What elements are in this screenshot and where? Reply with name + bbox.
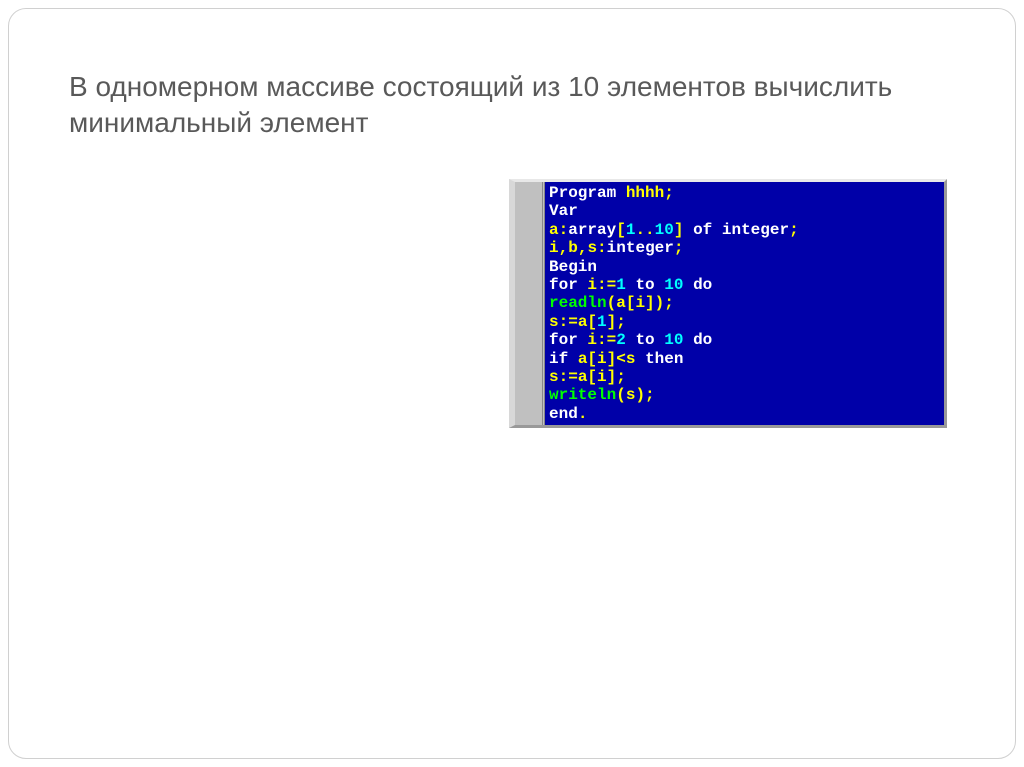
code-punct: ] [607, 350, 617, 368]
code-space [578, 331, 588, 349]
code-keyword: for [549, 331, 578, 349]
code-ident: i [597, 350, 607, 368]
code-keyword: Var [549, 202, 578, 220]
code-number: 10 [664, 276, 683, 294]
code-ident: s [549, 313, 559, 331]
code-keyword: to [635, 276, 654, 294]
slide-title: В одномерном массиве состоящий из 10 эле… [69, 69, 955, 142]
code-number: 1 [626, 221, 636, 239]
code-punct: , [559, 239, 569, 257]
code-punct: := [559, 368, 578, 386]
code-ident: a [616, 294, 626, 312]
code-keyword: if [549, 350, 568, 368]
code-punct: ] [607, 313, 617, 331]
code-punct: := [597, 331, 616, 349]
code-space [712, 221, 722, 239]
code-ident: i [549, 239, 559, 257]
code-builtin: readln [549, 294, 607, 312]
code-punct: := [559, 313, 578, 331]
code-space [626, 331, 636, 349]
code-ident: a [578, 313, 588, 331]
code-ident: s [549, 368, 559, 386]
code-ident: a [578, 350, 588, 368]
code-space [635, 350, 645, 368]
code-ident: s [587, 239, 597, 257]
code-keyword: do [693, 331, 712, 349]
code-space [568, 350, 578, 368]
code-punct: ] [607, 368, 617, 386]
code-punct: ( [607, 294, 617, 312]
code-keyword: array [568, 221, 616, 239]
code-space [683, 276, 693, 294]
code-keyword: integer [722, 221, 789, 239]
code-punct: ); [655, 294, 674, 312]
code-punct: : [597, 239, 607, 257]
code-punct: ; [789, 221, 799, 239]
code-punct: < [616, 350, 626, 368]
code-space [655, 276, 665, 294]
code-ident: i [587, 331, 597, 349]
code-punct: ] [645, 294, 655, 312]
code-punct: ; [616, 313, 626, 331]
code-editor-window: Program hhhh; Var a:array[1..10] of inte… [509, 179, 947, 428]
code-punct: ; [664, 184, 674, 202]
code-keyword: of [693, 221, 712, 239]
slide-frame: В одномерном массиве состоящий из 10 эле… [8, 8, 1016, 759]
code-body: Program hhhh; Var a:array[1..10] of inte… [545, 182, 944, 425]
code-punct: ; [616, 368, 626, 386]
code-ident: b [568, 239, 578, 257]
code-punct: ; [674, 239, 684, 257]
code-keyword: end [549, 405, 578, 423]
code-ident: i [587, 276, 597, 294]
code-keyword: for [549, 276, 578, 294]
code-ident: hhhh [616, 184, 664, 202]
code-ident: a [578, 368, 588, 386]
code-builtin: writeln [549, 386, 616, 404]
code-punct: [ [587, 313, 597, 331]
code-space [683, 331, 693, 349]
code-ident: i [597, 368, 607, 386]
code-punct: ] [674, 221, 693, 239]
code-keyword: then [645, 350, 683, 368]
code-keyword: integer [607, 239, 674, 257]
code-punct: [ [587, 368, 597, 386]
code-space [626, 276, 636, 294]
code-number: 2 [616, 331, 626, 349]
code-punct: : [559, 221, 569, 239]
code-punct: .. [635, 221, 654, 239]
code-gutter [515, 182, 545, 425]
code-punct: [ [587, 350, 597, 368]
code-keyword: to [635, 331, 654, 349]
code-keyword: Program [549, 184, 616, 202]
code-number: 1 [616, 276, 626, 294]
code-ident: s [626, 386, 636, 404]
code-space [655, 331, 665, 349]
code-punct: [ [616, 221, 626, 239]
code-punct: ); [635, 386, 654, 404]
code-punct: , [578, 239, 588, 257]
code-punct: [ [626, 294, 636, 312]
code-keyword: do [693, 276, 712, 294]
code-number: 10 [655, 221, 674, 239]
code-number: 10 [664, 331, 683, 349]
code-ident: i [635, 294, 645, 312]
code-number: 1 [597, 313, 607, 331]
code-punct: . [578, 405, 588, 423]
code-ident: a [549, 221, 559, 239]
code-space [578, 276, 588, 294]
code-punct: ( [616, 386, 626, 404]
code-punct: := [597, 276, 616, 294]
code-keyword: Begin [549, 258, 597, 276]
